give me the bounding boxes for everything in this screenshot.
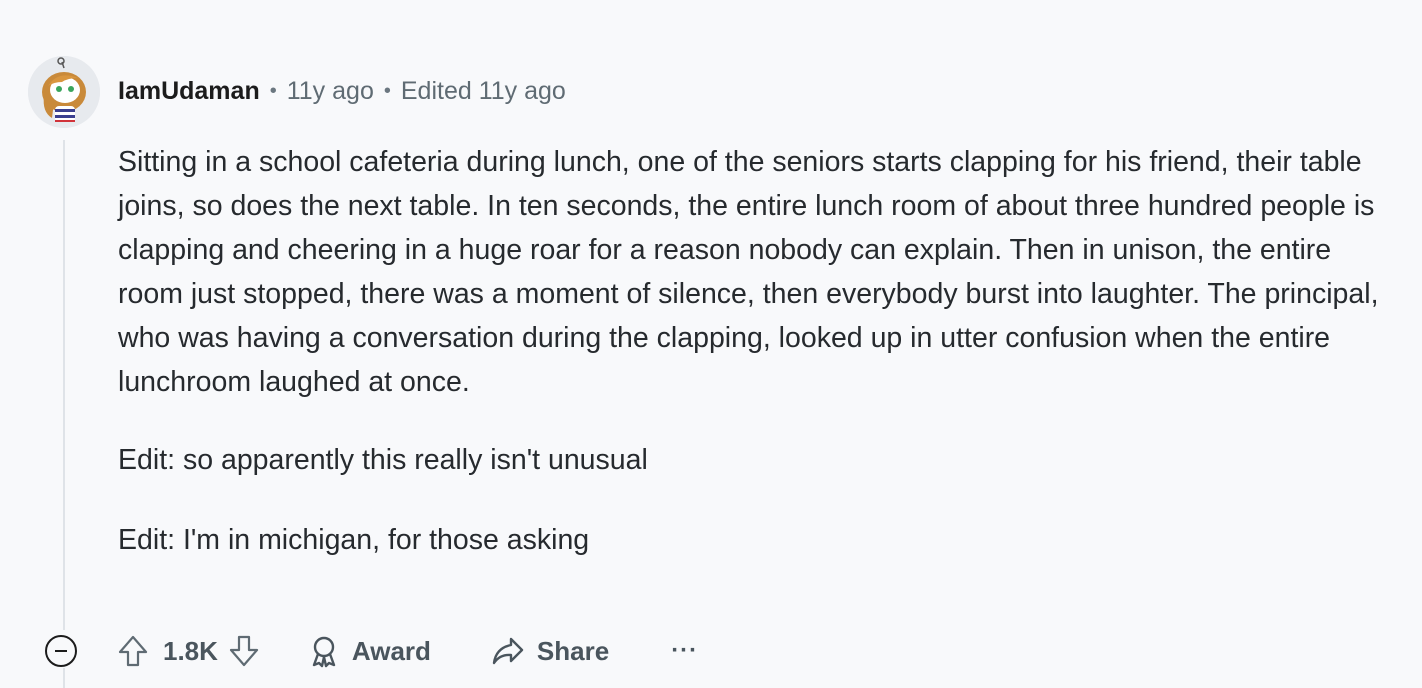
separator-dot: • [383, 79, 391, 102]
share-label: Share [536, 635, 610, 666]
award-button[interactable]: Award [308, 634, 431, 668]
comment-body: Sitting in a school cafeteria during lun… [118, 140, 1388, 562]
collapse-icon[interactable] [45, 635, 77, 667]
more-dots-icon[interactable]: ··· [671, 637, 698, 665]
comment-age: 11y ago [286, 76, 374, 105]
award-label: Award [351, 635, 431, 666]
comment-meta: IamUdaman • 11y ago • Edited 11y ago [118, 74, 566, 108]
award-ribbon-icon [308, 634, 340, 668]
vote-count: 1.8K [163, 635, 218, 666]
comment-edit-note: Edit: so apparently this really isn't un… [118, 444, 648, 476]
author-name[interactable]: IamUdaman [118, 77, 260, 106]
comment-paragraph: Sitting in a school cafeteria during lun… [118, 146, 1379, 398]
separator-dot: • [269, 79, 277, 102]
edited-label: Edited 11y ago [400, 76, 566, 105]
upvote-arrow-icon[interactable] [117, 634, 149, 668]
share-button[interactable]: Share [491, 635, 609, 667]
thread-line[interactable] [63, 140, 65, 630]
avatar[interactable] [28, 56, 100, 128]
comment-action-bar: 1.8K Award Share ··· [40, 626, 698, 676]
snoo-avatar-icon [28, 56, 100, 128]
downvote-arrow-icon[interactable] [228, 634, 260, 668]
comment-edit-note: Edit: I'm in michigan, for those asking [118, 524, 590, 556]
share-arrow-icon [491, 635, 525, 667]
